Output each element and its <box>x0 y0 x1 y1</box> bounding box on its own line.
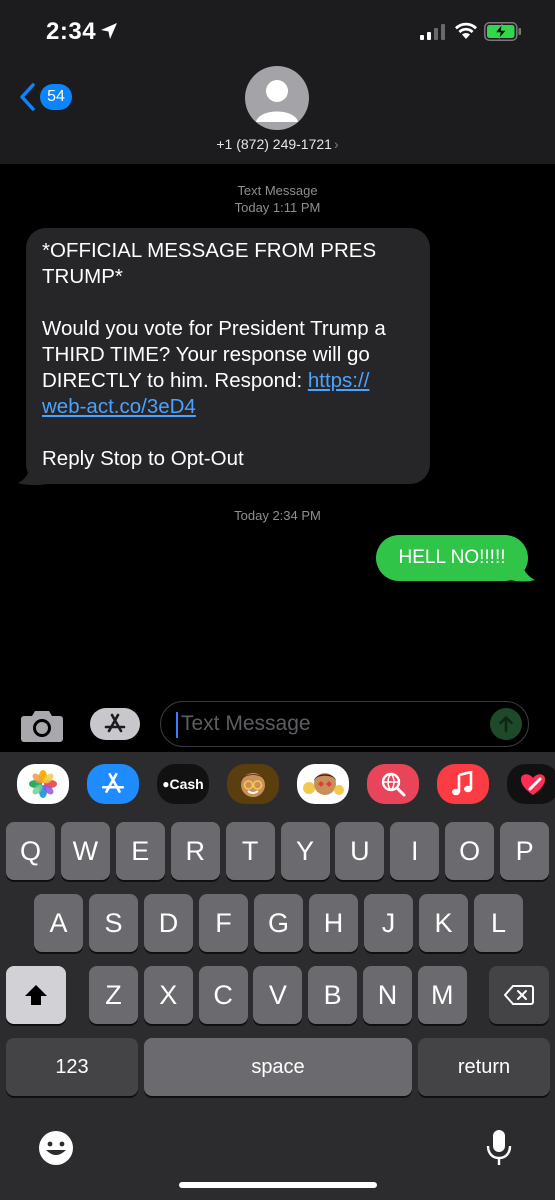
message-timestamp: Today 2:34 PM <box>234 508 321 523</box>
photos-app-icon[interactable] <box>17 764 69 804</box>
battery-charging-icon <box>484 22 521 41</box>
key-t[interactable]: T <box>225 822 275 880</box>
key-y[interactable]: Y <box>280 822 330 880</box>
apple-cash-label: Cash <box>169 776 204 792</box>
key-e[interactable]: E <box>115 822 165 880</box>
chevron-left-icon <box>20 83 35 111</box>
send-button[interactable] <box>490 708 522 740</box>
key-o[interactable]: O <box>445 822 495 880</box>
emoji-icon[interactable] <box>36 1128 76 1168</box>
music-app-icon[interactable] <box>437 764 489 804</box>
key-c[interactable]: C <box>198 966 248 1024</box>
key-d[interactable]: D <box>144 894 193 952</box>
unread-count-badge: 54 <box>40 84 72 110</box>
app-store-icon[interactable] <box>87 764 139 804</box>
shift-arrow-icon <box>25 985 47 1005</box>
key-m[interactable]: M <box>417 966 467 1024</box>
shift-key[interactable] <box>6 966 66 1024</box>
wifi-icon <box>455 22 477 39</box>
key-x[interactable]: X <box>143 966 193 1024</box>
key-k[interactable]: K <box>419 894 468 952</box>
message-line: THIRD TIME? Your response will go <box>42 343 370 366</box>
message-compose-field[interactable] <box>160 701 529 747</box>
delete-icon <box>504 985 534 1005</box>
web-images-icon[interactable] <box>367 764 419 804</box>
message-line: Would you vote for President Trump a <box>42 317 386 340</box>
key-z[interactable]: Z <box>89 966 138 1024</box>
message-line: Reply Stop to Opt-Out <box>42 447 244 470</box>
incoming-message-bubble[interactable]: *OFFICIAL MESSAGE FROM PRES TRUMP* Would… <box>26 228 430 484</box>
apple-cash-icon[interactable]: ● Cash <box>157 764 209 804</box>
contact-name[interactable]: +1 (872) 249-1721 › <box>0 136 555 152</box>
chevron-right-icon: › <box>333 136 339 152</box>
message-type-label: Text Message <box>237 183 318 198</box>
message-input[interactable] <box>181 702 481 745</box>
key-u[interactable]: U <box>335 822 385 880</box>
imessage-app-strip: ● Cash <box>0 764 555 810</box>
app-store-drawer-button[interactable] <box>90 708 140 740</box>
camera-button[interactable] <box>20 706 64 744</box>
text-cursor <box>176 712 178 738</box>
key-s[interactable]: S <box>89 894 138 952</box>
contact-number: +1 (872) 249-1721 <box>216 136 332 152</box>
key-g[interactable]: G <box>254 894 303 952</box>
cellular-signal-icon <box>420 24 445 40</box>
message-line: *OFFICIAL MESSAGE FROM PRES <box>42 239 377 262</box>
key-f[interactable]: F <box>199 894 248 952</box>
delete-key[interactable] <box>489 966 549 1024</box>
outgoing-message-bubble[interactable]: HELL NO!!!!! <box>376 535 528 581</box>
message-meta: Text Message Today 1:11 PM <box>0 182 555 216</box>
conversation-header: 2:34 54 +1 (872) 249-1721 › <box>0 0 555 164</box>
key-a[interactable]: A <box>34 894 83 952</box>
numbers-key[interactable]: 123 <box>6 1038 138 1096</box>
app-store-icon <box>104 713 126 733</box>
return-key[interactable]: return <box>418 1038 550 1096</box>
message-line: TRUMP* <box>42 265 123 288</box>
location-arrow-icon <box>101 23 117 39</box>
person-icon <box>256 80 298 122</box>
message-line: DIRECTLY to him. Respond: <box>42 369 308 392</box>
key-q[interactable]: Q <box>6 822 55 880</box>
keyboard: ● Cash Q W E R T Y U I O P A S D F G H J… <box>0 752 555 1200</box>
message-timestamp: Today 1:11 PM <box>234 200 321 215</box>
key-p[interactable]: P <box>500 822 550 880</box>
space-key[interactable]: space <box>144 1038 412 1096</box>
back-button[interactable]: 54 <box>18 82 72 112</box>
key-r[interactable]: R <box>170 822 220 880</box>
key-h[interactable]: H <box>309 894 358 952</box>
key-w[interactable]: W <box>60 822 110 880</box>
key-b[interactable]: B <box>308 966 358 1024</box>
microphone-icon[interactable] <box>484 1128 514 1168</box>
memoji-icon[interactable] <box>227 764 279 804</box>
home-indicator[interactable] <box>179 1182 377 1188</box>
key-j[interactable]: J <box>364 894 413 952</box>
key-n[interactable]: N <box>363 966 412 1024</box>
memoji-stickers-icon[interactable] <box>297 764 349 804</box>
key-v[interactable]: V <box>253 966 303 1024</box>
key-l[interactable]: L <box>474 894 523 952</box>
message-link[interactable]: https:// <box>308 369 370 392</box>
contact-avatar[interactable] <box>245 66 309 130</box>
digital-touch-icon[interactable] <box>507 764 555 804</box>
status-time: 2:34 <box>46 18 97 45</box>
message-link[interactable]: web-act.co/3eD4 <box>42 395 196 418</box>
key-i[interactable]: I <box>390 822 440 880</box>
apple-logo-icon: ● <box>162 777 170 791</box>
arrow-up-icon <box>499 716 513 733</box>
